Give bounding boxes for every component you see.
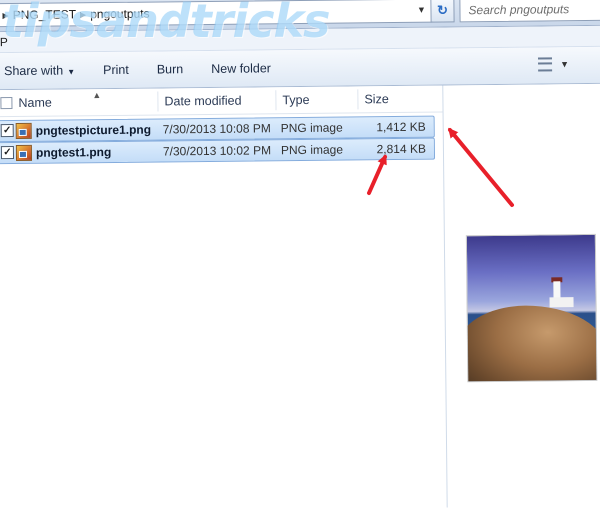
- annotation-arrows: [367, 127, 514, 207]
- arrow-to-first-file-icon: [448, 127, 514, 207]
- arrow-to-second-file-icon: [367, 154, 387, 195]
